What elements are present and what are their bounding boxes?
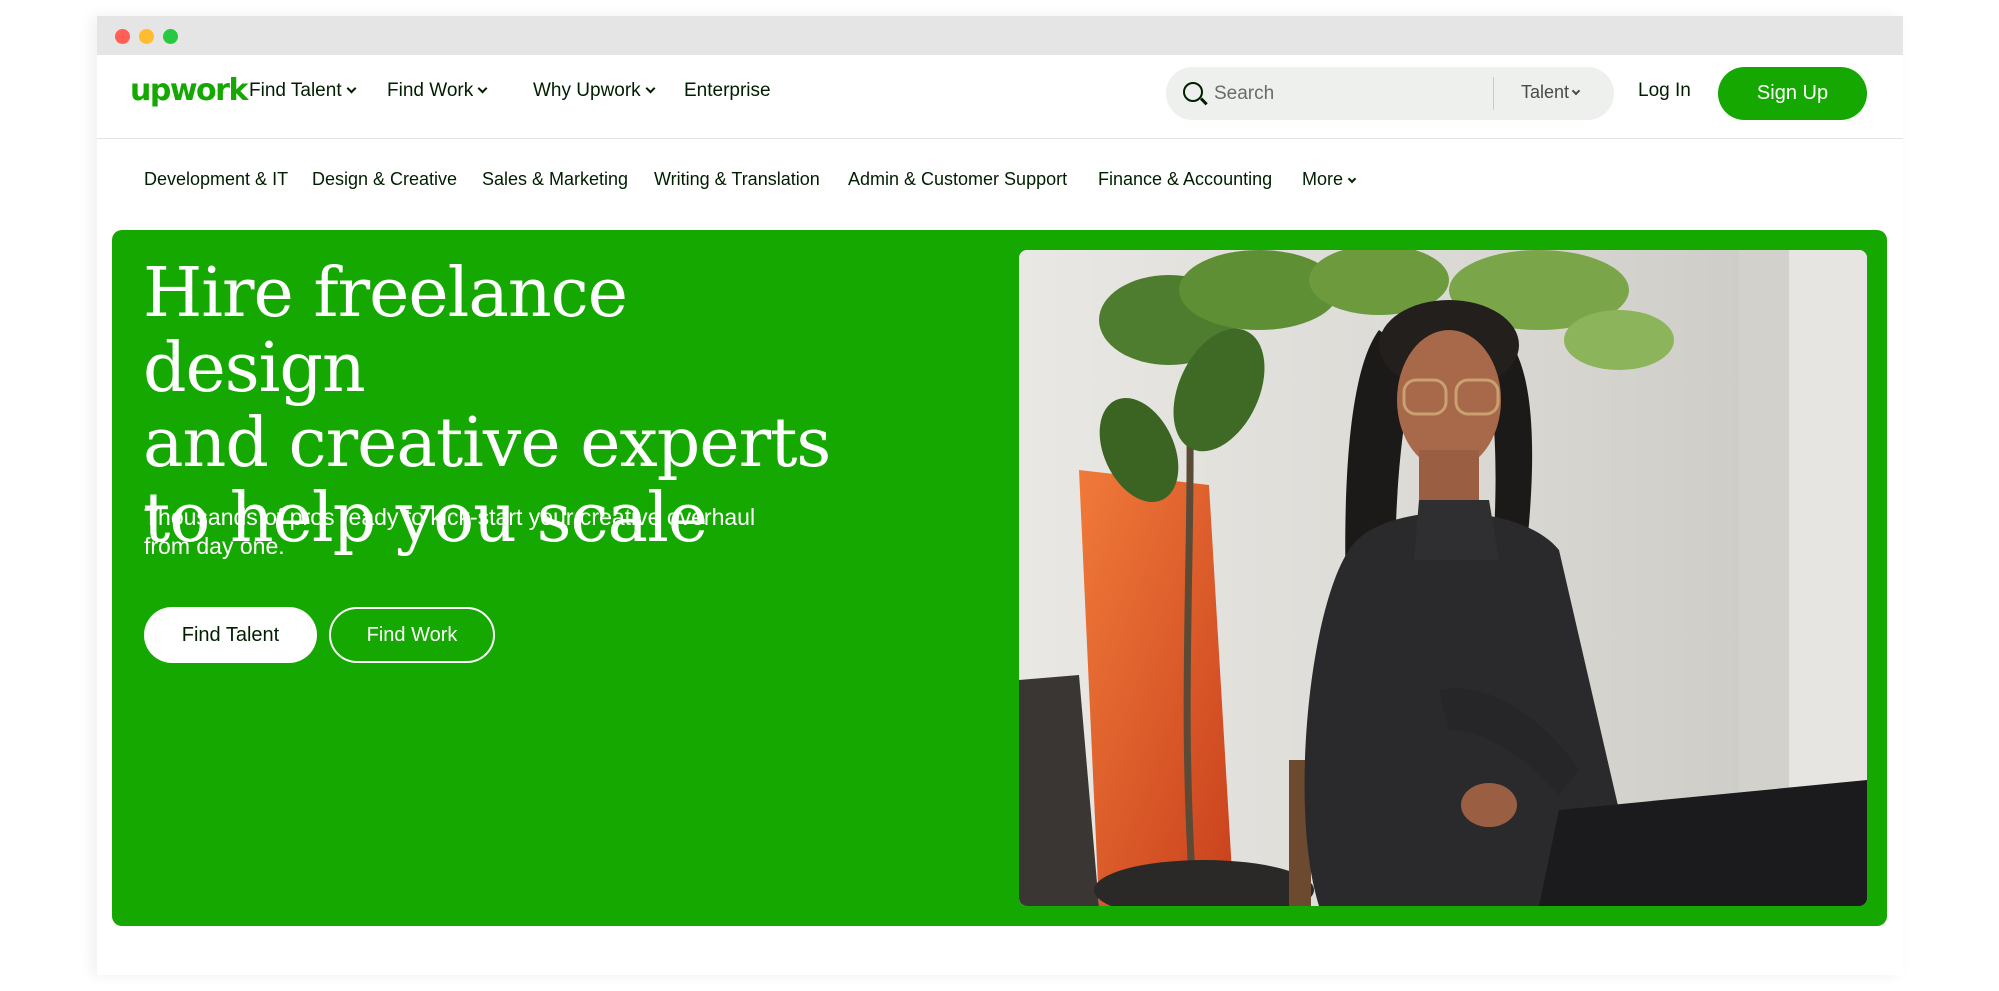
chevron-down-icon <box>1347 174 1357 184</box>
hero-title-line: and creative experts <box>143 404 831 483</box>
hero-subtitle-line: Thousands of pros ready to kick-start yo… <box>144 504 756 530</box>
category-finance-accounting[interactable]: Finance & Accounting <box>1098 169 1272 190</box>
chevron-down-icon <box>477 83 488 94</box>
hero-subtitle-line: from day one. <box>144 533 285 559</box>
nav-why-upwork-label: Why Upwork <box>533 80 641 101</box>
maximize-window-button[interactable] <box>163 29 178 44</box>
category-more-label: More <box>1302 169 1344 189</box>
category-writing-translation[interactable]: Writing & Translation <box>654 169 820 190</box>
search-divider <box>1493 77 1494 110</box>
nav-find-talent-label: Find Talent <box>249 80 342 101</box>
top-navigation: upwork Find Talent Find Work Why Upwork … <box>97 55 1903 139</box>
upwork-logo[interactable]: upwork <box>130 73 248 108</box>
search-icon[interactable] <box>1183 82 1203 102</box>
close-window-button[interactable] <box>115 29 130 44</box>
hero-banner: Hire freelance design and creative exper… <box>112 230 1887 926</box>
window-titlebar <box>97 16 1903 55</box>
browser-window: upwork Find Talent Find Work Why Upwork … <box>97 16 1903 975</box>
category-navigation: Development & IT Design & Creative Sales… <box>97 169 1903 199</box>
hero-title-line: Hire freelance design <box>143 254 628 408</box>
sign-up-button[interactable]: Sign Up <box>1718 67 1867 120</box>
search-input[interactable] <box>1214 80 1474 108</box>
chevron-down-icon <box>645 83 656 94</box>
nav-enterprise-label: Enterprise <box>684 80 771 101</box>
nav-find-work-label: Find Work <box>387 80 474 101</box>
category-sales-marketing[interactable]: Sales & Marketing <box>482 169 628 190</box>
nav-why-upwork[interactable]: Why Upwork <box>533 80 656 102</box>
hero-subtitle: Thousands of pros ready to kick-start yo… <box>144 503 844 561</box>
login-link[interactable]: Log In <box>1638 80 1691 102</box>
minimize-window-button[interactable] <box>139 29 154 44</box>
hero-photo <box>1019 250 1867 906</box>
search-scope-label: Talent <box>1521 82 1570 102</box>
nav-find-talent[interactable]: Find Talent <box>249 80 357 102</box>
category-development-it[interactable]: Development & IT <box>144 169 288 190</box>
category-more[interactable]: More <box>1302 169 1357 190</box>
nav-find-work[interactable]: Find Work <box>387 80 488 102</box>
chevron-down-icon <box>1571 86 1581 96</box>
category-design-creative[interactable]: Design & Creative <box>312 169 457 190</box>
freelancer-portrait-image <box>1019 250 1867 906</box>
nav-enterprise[interactable]: Enterprise <box>684 80 771 102</box>
search-bar: Talent <box>1166 67 1614 120</box>
category-admin-customer-support[interactable]: Admin & Customer Support <box>848 169 1067 190</box>
find-talent-button[interactable]: Find Talent <box>144 607 317 663</box>
find-work-button[interactable]: Find Work <box>329 607 495 663</box>
chevron-down-icon <box>346 83 357 94</box>
search-scope-select[interactable]: Talent <box>1521 82 1581 103</box>
